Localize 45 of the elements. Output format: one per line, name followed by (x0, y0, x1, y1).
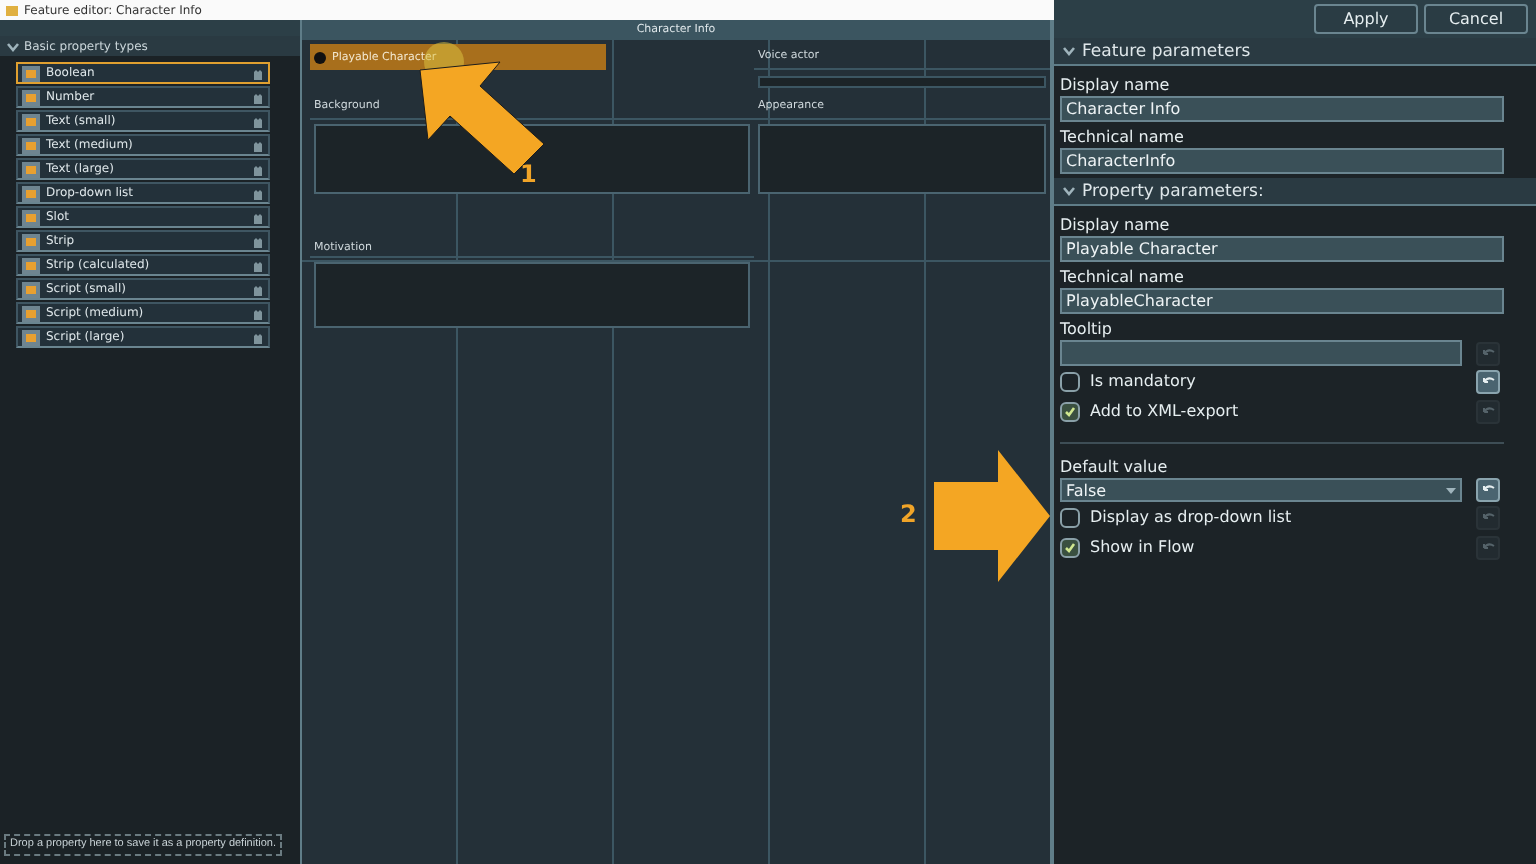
reset-button[interactable] (1476, 478, 1500, 502)
checkmark-icon (1064, 541, 1076, 553)
checkbox[interactable] (1060, 371, 1080, 391)
field-label: Display name (1060, 214, 1172, 236)
field-label: Technical name (1060, 266, 1186, 288)
field-label: Technical name (1060, 126, 1186, 148)
field-label: Display name (1060, 74, 1172, 96)
field-label: Default value (1060, 456, 1170, 478)
checkmark-icon (1064, 405, 1076, 417)
callout-number: 1 (520, 160, 537, 188)
field-label: Tooltip (1060, 318, 1114, 340)
input-field[interactable]: CharacterInfo (1060, 148, 1504, 174)
checkbox[interactable] (1060, 401, 1080, 421)
section-header[interactable]: Property parameters: (1054, 178, 1536, 206)
reset-button[interactable] (1476, 369, 1500, 393)
checkbox (314, 51, 326, 63)
caret-icon (1446, 487, 1456, 493)
apply-button[interactable]: Apply (1314, 4, 1418, 34)
chevron-icon[interactable] (1062, 186, 1076, 196)
section-header[interactable]: Feature parameters (1054, 38, 1536, 66)
input-field[interactable]: PlayableCharacter (1060, 288, 1504, 314)
undo-icon (1481, 511, 1495, 523)
undo-icon (1481, 347, 1495, 359)
callout-arrow (934, 450, 1050, 582)
text-area[interactable] (314, 124, 750, 194)
undo-icon (1481, 405, 1495, 417)
folder-icon (6, 4, 18, 16)
checkbox-option[interactable]: Display as drop-down list (1060, 502, 1462, 532)
checkbox-option[interactable]: Is mandatory (1060, 366, 1462, 396)
input-field[interactable]: Character Info (1060, 96, 1504, 122)
callout-number: 2 (900, 500, 917, 528)
dropdown[interactable]: False (1060, 478, 1462, 502)
input-field[interactable]: Playable Character (1060, 236, 1504, 262)
chevron-icon[interactable] (6, 41, 20, 51)
undo-icon (1481, 484, 1495, 496)
checkbox[interactable] (1060, 537, 1080, 557)
checkbox[interactable] (1060, 507, 1080, 527)
cancel-button[interactable]: Cancel (1424, 4, 1528, 34)
undo-icon (1481, 541, 1495, 553)
undo-icon (1481, 375, 1495, 387)
checkbox-option[interactable]: Show in Flow (1060, 532, 1462, 562)
chevron-icon[interactable] (1062, 46, 1076, 56)
checkbox-option[interactable]: Add to XML-export (1060, 396, 1462, 426)
input-field[interactable] (1060, 340, 1462, 366)
text-field[interactable] (758, 76, 1046, 88)
